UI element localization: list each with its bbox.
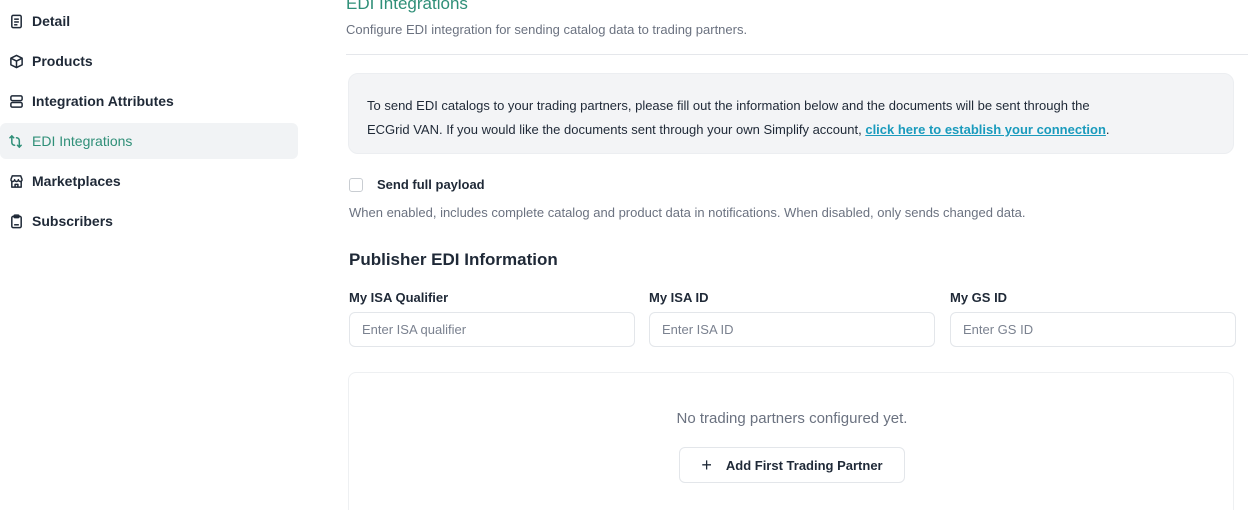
plus-icon: + [701, 455, 712, 475]
gs-id-input[interactable] [950, 312, 1236, 347]
divider [346, 54, 1248, 55]
clipboard-icon [8, 213, 24, 229]
add-button-label: Add First Trading Partner [725, 457, 883, 473]
info-text-line2: ECGrid VAN. If you would like the docume… [367, 122, 862, 137]
sidebar-item-integration-attributes[interactable]: Integration Attributes [0, 83, 298, 119]
sidebar-item-detail[interactable]: Detail [0, 3, 298, 39]
info-box: To send EDI catalogs to your trading par… [348, 73, 1234, 154]
sidebar-item-label: Integration Attributes [32, 93, 174, 109]
document-icon [8, 13, 24, 29]
send-full-payload-help: When enabled, includes complete catalog … [349, 205, 1026, 220]
page-title: EDI Integrations [346, 0, 468, 13]
main-content: EDI Integrations Configure EDI integrati… [346, 0, 1248, 510]
info-text-line1: To send EDI catalogs to your trading par… [367, 98, 1090, 113]
box-icon [8, 53, 24, 69]
sidebar: Detail Products Integration Attributes E… [0, 0, 305, 510]
sidebar-item-subscribers[interactable]: Subscribers [0, 203, 298, 239]
sidebar-item-label: Marketplaces [32, 173, 121, 189]
server-icon [8, 93, 24, 109]
sidebar-item-label: Subscribers [32, 213, 113, 229]
sidebar-item-label: EDI Integrations [32, 133, 133, 149]
info-suffix: . [1105, 122, 1110, 137]
isa-qualifier-label: My ISA Qualifier [349, 290, 449, 305]
isa-qualifier-field: My ISA Qualifier [349, 290, 635, 347]
isa-id-field: My ISA ID [649, 290, 935, 347]
sidebar-item-label: Detail [32, 13, 71, 29]
gs-id-field: My GS ID [950, 290, 1236, 347]
sidebar-item-edi-integrations[interactable]: EDI Integrations [0, 123, 298, 159]
establish-connection-link[interactable]: click here to establish your connection [865, 122, 1106, 137]
gs-id-label: My GS ID [950, 290, 1008, 305]
add-first-trading-partner-button[interactable]: + Add First Trading Partner [679, 447, 905, 483]
isa-qualifier-input[interactable] [349, 312, 635, 347]
send-full-payload-row: Send full payload [349, 177, 485, 192]
send-full-payload-label[interactable]: Send full payload [377, 177, 485, 192]
isa-id-label: My ISA ID [649, 290, 709, 305]
trading-partners-panel: No trading partners configured yet. + Ad… [348, 372, 1234, 510]
sidebar-item-marketplaces[interactable]: Marketplaces [0, 163, 298, 199]
sidebar-item-label: Products [32, 53, 93, 69]
isa-id-input[interactable] [649, 312, 935, 347]
publisher-section-title: Publisher EDI Information [349, 250, 558, 269]
sidebar-item-products[interactable]: Products [0, 43, 298, 79]
store-icon [8, 173, 24, 189]
send-full-payload-checkbox[interactable] [349, 177, 363, 192]
empty-state-text: No trading partners configured yet. [676, 410, 908, 427]
page-subtitle: Configure EDI integration for sending ca… [346, 22, 748, 37]
route-icon [8, 133, 24, 149]
